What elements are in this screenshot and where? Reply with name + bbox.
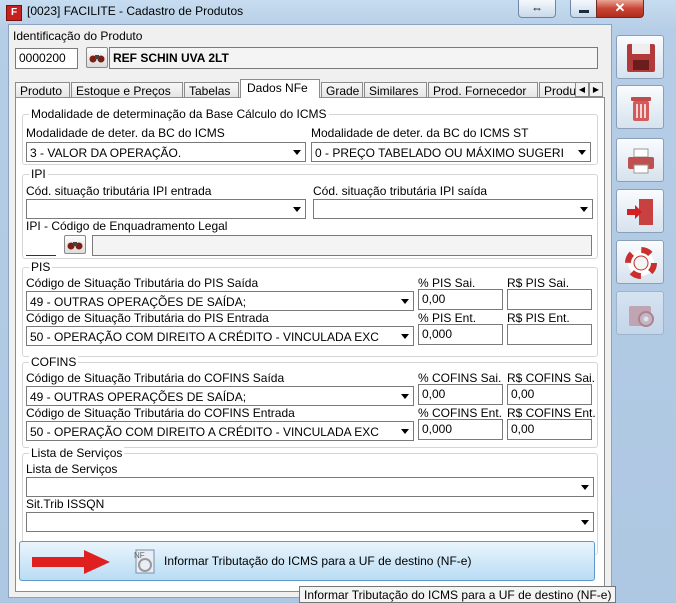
- tooltip: Informar Tributação do ICMS para a UF de…: [299, 586, 617, 603]
- tab-scroll-left-button[interactable]: ◀: [575, 82, 589, 97]
- chevron-down-icon: [401, 334, 409, 339]
- ipi-out-select[interactable]: [313, 199, 593, 219]
- chevron-down-icon: [293, 207, 301, 212]
- pis-in-value: 50 - OPERAÇÃO COM DIREITO A CRÉDITO - VI…: [30, 330, 379, 344]
- cofins-in-pct-field[interactable]: 0,000: [418, 419, 503, 440]
- servicos-group-caption: Lista de Serviços: [29, 446, 125, 460]
- pis-out-value: 49 - OUTRAS OPERAÇÕES DE SAÍDA;: [30, 295, 247, 309]
- product-name-field[interactable]: REF SCHIN UVA 2LT: [109, 47, 598, 69]
- pis-out-select[interactable]: 49 - OUTRAS OPERAÇÕES DE SAÍDA;: [26, 291, 414, 311]
- cofins-in-value: 50 - OPERAÇÃO COM DIREITO A CRÉDITO - VI…: [30, 425, 379, 439]
- pis-out-rs-label: R$ PIS Sai.: [507, 276, 570, 290]
- cofins-out-rs-label: R$ COFINS Sai.: [507, 371, 596, 385]
- nfe-document-icon: NF: [134, 549, 155, 574]
- icms-bcst-label: Modalidade de deter. da BC do ICMS ST: [311, 126, 529, 140]
- window-title: [0023] FACILITE - Cadastro de Produtos: [27, 4, 244, 18]
- swap-window-button[interactable]: ⇔: [518, 0, 556, 18]
- delete-button[interactable]: [616, 85, 664, 129]
- pis-out-pct-field[interactable]: 0,00: [418, 289, 503, 310]
- icms-bc-label: Modalidade de deter. da BC do ICMS: [26, 126, 225, 140]
- servicos-list-select[interactable]: [26, 477, 594, 497]
- product-code-field[interactable]: 0000200: [15, 48, 78, 69]
- settings-button[interactable]: [616, 291, 664, 335]
- chevron-down-icon: [401, 429, 409, 434]
- application-window: F [0023] FACILITE - Cadastro de Produtos…: [0, 0, 676, 603]
- cofins-in-rs-label: R$ COFINS Ent.: [507, 406, 596, 420]
- cofins-out-select[interactable]: 49 - OUTRAS OPERAÇÕES DE SAÍDA;: [26, 386, 414, 406]
- issqn-label: Sit.Trib ISSQN: [26, 497, 105, 511]
- cofins-out-label: Código de Situação Tributária do COFINS …: [26, 371, 285, 385]
- gear-icon: [629, 306, 654, 327]
- cofins-out-value: 49 - OUTRAS OPERAÇÕES DE SAÍDA;: [30, 390, 247, 404]
- ipi-enq-label: IPI - Código de Enquadramento Legal: [26, 219, 228, 233]
- exit-button[interactable]: [616, 189, 664, 233]
- cofins-in-select[interactable]: 50 - OPERAÇÃO COM DIREITO A CRÉDITO - VI…: [26, 421, 414, 441]
- servicos-list-label: Lista de Serviços: [26, 462, 118, 476]
- cofins-out-pct-field[interactable]: 0,00: [418, 384, 503, 405]
- pis-out-pct-label: % PIS Sai.: [418, 276, 476, 290]
- icms-group-caption: Modalidade de determinação da Base Cálcu…: [29, 107, 329, 121]
- ipi-in-label: Cód. situação tributária IPI entrada: [26, 184, 212, 198]
- search-product-button[interactable]: [86, 47, 108, 68]
- identification-caption: Identificação do Produto: [13, 29, 143, 43]
- help-button[interactable]: [616, 240, 664, 284]
- ipi-enq-description-field[interactable]: [92, 235, 592, 256]
- issqn-select[interactable]: [26, 512, 594, 532]
- ipi-in-select[interactable]: [26, 199, 306, 219]
- binoculars-icon: [89, 55, 105, 63]
- cofins-out-rs-field[interactable]: 0,00: [507, 384, 592, 405]
- cofins-in-rs-field[interactable]: 0,00: [507, 419, 592, 440]
- cofins-in-label: Código de Situação Tributária do COFINS …: [26, 406, 295, 420]
- icms-bcst-value: 0 - PREÇO TABELADO OU MÁXIMO SUGERI: [315, 146, 564, 160]
- chevron-down-icon: [580, 207, 588, 212]
- printer-icon: [628, 148, 654, 174]
- tab-scroll-right-button[interactable]: ▶: [589, 82, 603, 97]
- icms-bc-value: 3 - VALOR DA OPERAÇÃO.: [30, 146, 182, 160]
- main-panel: Identificação do Produto 0000200 REF SCH…: [8, 24, 612, 598]
- pis-group-caption: PIS: [29, 260, 53, 274]
- tab-dados-nfe[interactable]: Dados NFe: [240, 79, 320, 98]
- icms-uf-destino-label: Informar Tributação do ICMS para a UF de…: [164, 554, 472, 568]
- cofins-in-pct-label: % COFINS Ent.: [418, 406, 503, 420]
- pis-out-label: Código de Situação Tributária do PIS Saí…: [26, 276, 259, 290]
- pis-in-pct-label: % PIS Ent.: [418, 311, 477, 325]
- pis-out-rs-field[interactable]: [507, 289, 592, 310]
- red-arrow-icon: [32, 550, 110, 574]
- chevron-down-icon: [581, 485, 589, 490]
- print-button[interactable]: [616, 138, 664, 182]
- chevron-down-icon: [578, 150, 586, 155]
- icms-bc-select[interactable]: 3 - VALOR DA OPERAÇÃO.: [26, 142, 306, 162]
- save-button[interactable]: [616, 35, 664, 79]
- pis-in-rs-label: R$ PIS Ent.: [507, 311, 570, 325]
- chevron-down-icon: [581, 520, 589, 525]
- app-icon: F: [6, 5, 22, 21]
- floppy-disk-icon: [627, 44, 655, 72]
- ipi-enq-code-field[interactable]: [26, 235, 56, 256]
- trash-icon: [631, 97, 651, 121]
- exit-door-icon: [627, 199, 653, 225]
- cofins-group-caption: COFINS: [29, 355, 79, 369]
- title-bar[interactable]: F [0023] FACILITE - Cadastro de Produtos…: [0, 0, 676, 24]
- ipi-enq-search-button[interactable]: [64, 235, 86, 254]
- cofins-out-pct-label: % COFINS Sai.: [418, 371, 502, 385]
- binoculars-icon: [67, 242, 83, 250]
- chevron-down-icon: [293, 150, 301, 155]
- chevron-down-icon: [401, 299, 409, 304]
- ipi-group-caption: IPI: [29, 167, 48, 181]
- pis-in-select[interactable]: 50 - OPERAÇÃO COM DIREITO A CRÉDITO - VI…: [26, 326, 414, 346]
- ipi-out-label: Cód. situação tributária IPI saída: [313, 184, 488, 198]
- chevron-down-icon: [401, 394, 409, 399]
- lifebuoy-icon: [625, 247, 657, 279]
- pis-in-rs-field[interactable]: [507, 324, 592, 345]
- icms-bcst-select[interactable]: 0 - PREÇO TABELADO OU MÁXIMO SUGERI: [311, 142, 591, 162]
- tab-content-dados-nfe: Modalidade de determinação da Base Cálcu…: [15, 97, 605, 592]
- pis-in-label: Código de Situação Tributária do PIS Ent…: [26, 311, 269, 325]
- close-button[interactable]: ✕: [596, 0, 644, 18]
- minimize-button[interactable]: [570, 0, 598, 18]
- icms-uf-destino-button[interactable]: NF Informar Tributação do ICMS para a UF…: [19, 541, 595, 581]
- minimize-icon: [579, 10, 589, 13]
- pis-in-pct-field[interactable]: 0,000: [418, 324, 503, 345]
